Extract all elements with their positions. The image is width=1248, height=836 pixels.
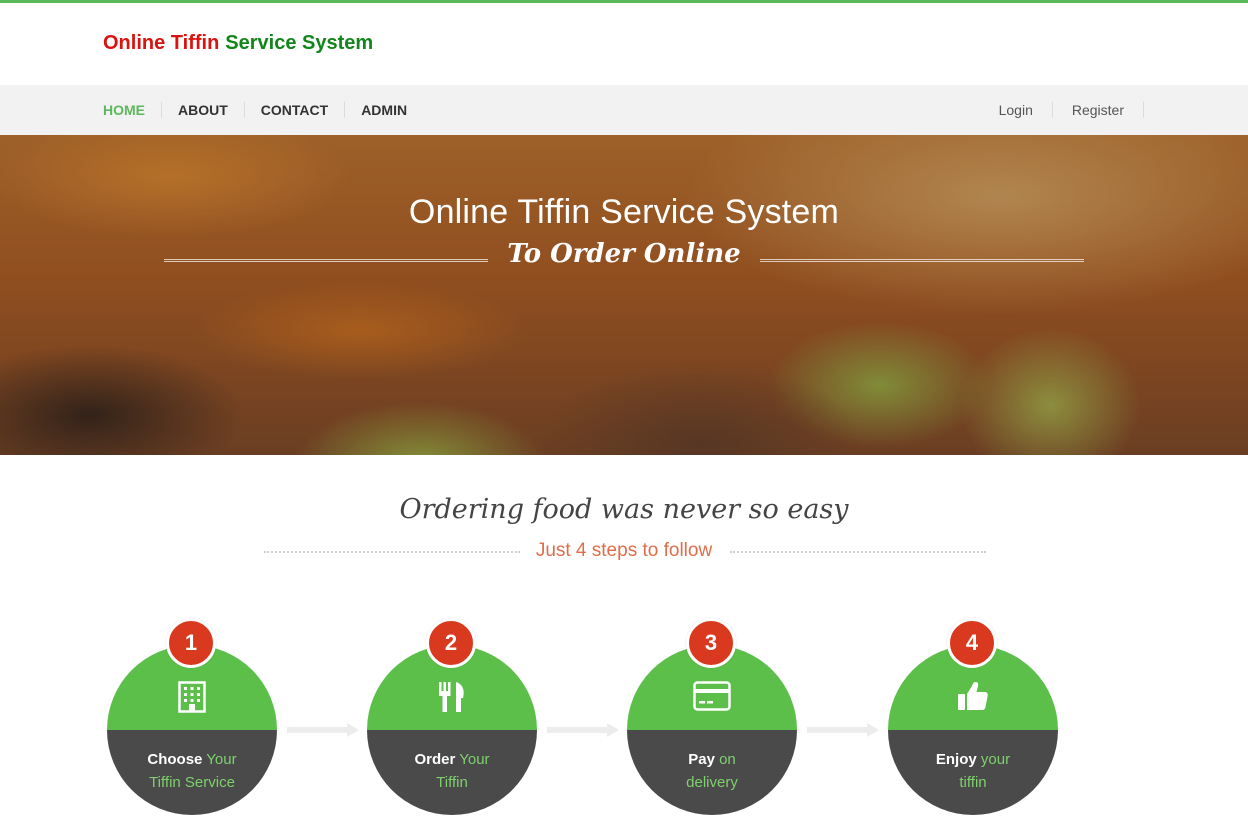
hero-overlay — [0, 135, 1248, 455]
brand-bar: Online Tiffin Service System — [0, 3, 1248, 85]
step-1-text: Choose Your Tiffin Service — [147, 751, 237, 791]
nav-menu: HOME ABOUT CONTACT ADMIN — [103, 85, 423, 135]
step-4-number-badge: 4 — [947, 618, 997, 668]
step-1-number-badge: 1 — [166, 618, 216, 668]
login-link[interactable]: Login — [980, 102, 1053, 118]
step-arrow-2 — [547, 723, 621, 737]
brand-name-part2: Service System — [225, 32, 374, 54]
step-4-text: Enjoy your tiffin — [935, 751, 1011, 791]
step-2-circle: Order Your Tiffin — [367, 645, 537, 815]
step-3-text: Pay on delivery — [686, 751, 738, 791]
hero-banner: Online Tiffin Service System To Order On… — [0, 135, 1248, 455]
nav-item-admin[interactable]: ADMIN — [344, 102, 423, 118]
steps-section-title: Ordering food was never so easy — [399, 494, 849, 525]
steps-section-subtitle: Just 4 steps to follow — [535, 540, 713, 561]
step-arrow-3 — [807, 723, 881, 737]
step-2-number-badge: 2 — [426, 618, 476, 668]
nav-item-about[interactable]: ABOUT — [161, 102, 244, 118]
step-3-circle: Pay on delivery — [627, 645, 797, 815]
main-navigation: HOME ABOUT CONTACT ADMIN Login Register — [0, 85, 1248, 135]
thumbs-up-icon — [888, 681, 1058, 717]
nav-item-contact[interactable]: CONTACT — [243, 102, 344, 118]
hero-title: Online Tiffin Service System — [408, 193, 840, 231]
step-2-text: Order Your Tiffin — [414, 751, 490, 791]
step-1-circle: Choose Your Tiffin Service — [107, 645, 277, 815]
nav-item-home[interactable]: HOME — [103, 102, 161, 118]
building-icon — [107, 681, 277, 719]
credit-card-icon — [627, 681, 797, 717]
step-arrow-1 — [287, 723, 361, 737]
brand-name-part1: Online Tiffin — [103, 32, 220, 54]
fork-knife-icon — [367, 681, 537, 719]
site-logo[interactable]: Online Tiffin Service System — [103, 32, 373, 55]
step-4-circle: Enjoy your tiffin — [888, 645, 1058, 815]
step-3-number-badge: 3 — [686, 618, 736, 668]
hero-subtitle: To Order Online — [507, 239, 741, 269]
auth-links: Login Register — [980, 85, 1144, 135]
register-link[interactable]: Register — [1053, 102, 1144, 118]
